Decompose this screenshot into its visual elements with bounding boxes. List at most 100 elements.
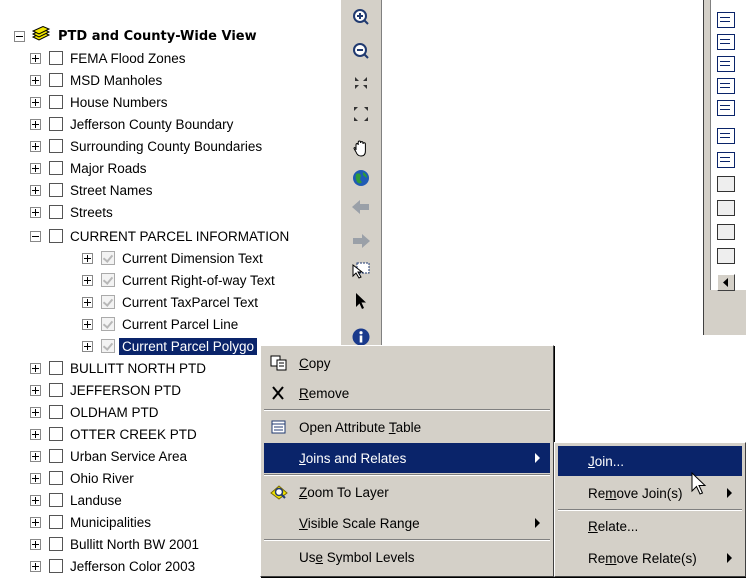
table-icon[interactable]: [717, 152, 735, 168]
scroll-left-arrow-icon[interactable]: [717, 274, 735, 291]
layer-row[interactable]: Major Roads: [30, 157, 147, 179]
layer-visibility-checkbox[interactable]: [49, 139, 63, 153]
layer-visibility-checkbox[interactable]: [49, 427, 63, 441]
layer-group-row[interactable]: CURRENT PARCEL INFORMATION: [30, 225, 289, 247]
layer-row[interactable]: House Numbers: [30, 91, 168, 113]
layer-row[interactable]: BULLITT NORTH PTD: [30, 357, 206, 379]
collapse-icon[interactable]: [30, 230, 41, 242]
expand-icon[interactable]: [82, 252, 93, 264]
zoom-out-icon[interactable]: [350, 40, 372, 62]
menu-item-open-attribute-table[interactable]: Open Attribute Table: [264, 412, 550, 442]
layer-row[interactable]: JEFFERSON PTD: [30, 379, 181, 401]
layer-row[interactable]: Municipalities: [30, 511, 151, 533]
layer-row[interactable]: Current Right-of-way Text: [82, 269, 275, 291]
expand-icon[interactable]: [30, 560, 41, 572]
layer-visibility-checkbox[interactable]: [49, 361, 63, 375]
expand-icon[interactable]: [30, 74, 41, 86]
expand-icon[interactable]: [30, 184, 41, 196]
expand-icon[interactable]: [30, 140, 41, 152]
layer-row[interactable]: Jefferson County Boundary: [30, 113, 233, 135]
submenu-item-join[interactable]: Join...: [558, 446, 742, 476]
select-elements-icon[interactable]: [350, 290, 372, 312]
image-icon[interactable]: [717, 248, 735, 264]
menu-item-remove[interactable]: Remove: [264, 378, 550, 408]
menu-item-copy[interactable]: Copy: [264, 348, 550, 378]
menu-item-visible-scale-range[interactable]: Visible Scale Range: [264, 508, 550, 538]
expand-icon[interactable]: [30, 516, 41, 528]
expand-icon[interactable]: [30, 118, 41, 130]
full-extent-icon[interactable]: [350, 167, 372, 189]
layer-visibility-checkbox[interactable]: [101, 317, 115, 331]
layer-visibility-checkbox[interactable]: [49, 205, 63, 219]
layer-visibility-checkbox[interactable]: [49, 117, 63, 131]
expand-icon[interactable]: [30, 428, 41, 440]
table-icon[interactable]: [717, 34, 735, 50]
layer-row[interactable]: Current TaxParcel Text: [82, 291, 258, 313]
expand-icon[interactable]: [82, 274, 93, 286]
layer-visibility-checkbox[interactable]: [49, 95, 63, 109]
image-icon[interactable]: [717, 176, 735, 192]
layer-visibility-checkbox[interactable]: [49, 383, 63, 397]
layer-row[interactable]: Street Names: [30, 179, 153, 201]
layer-visibility-checkbox[interactable]: [101, 251, 115, 265]
submenu-item-remove-joins[interactable]: Remove Join(s): [558, 478, 742, 508]
layer-visibility-checkbox[interactable]: [101, 273, 115, 287]
forward-icon[interactable]: [350, 230, 372, 252]
menu-item-joins-and-relates[interactable]: Joins and Relates: [264, 443, 550, 473]
layer-visibility-checkbox[interactable]: [49, 183, 63, 197]
layer-visibility-checkbox[interactable]: [49, 559, 63, 573]
layer-visibility-checkbox[interactable]: [49, 229, 63, 243]
select-features-icon[interactable]: [350, 258, 372, 280]
layer-row[interactable]: OTTER CREEK PTD: [30, 423, 197, 445]
layer-row[interactable]: Ohio River: [30, 467, 134, 489]
layer-row[interactable]: Bullitt North BW 2001: [30, 533, 199, 555]
layer-row[interactable]: Surrounding County Boundaries: [30, 135, 262, 157]
table-icon[interactable]: [717, 78, 735, 94]
table-icon[interactable]: [717, 128, 735, 144]
layer-visibility-checkbox[interactable]: [49, 471, 63, 485]
expand-icon[interactable]: [30, 52, 41, 64]
layer-row[interactable]: Current Parcel Line: [82, 313, 238, 335]
menu-item-zoom-to-layer[interactable]: Zoom To Layer: [264, 477, 550, 507]
expand-icon[interactable]: [30, 472, 41, 484]
fixed-zoom-in-icon[interactable]: [350, 72, 372, 94]
layer-row[interactable]: OLDHAM PTD: [30, 401, 159, 423]
expand-icon[interactable]: [82, 340, 93, 352]
expand-icon[interactable]: [30, 406, 41, 418]
layer-row-selected[interactable]: Current Parcel Polygo: [82, 335, 258, 357]
layer-row[interactable]: Urban Service Area: [30, 445, 187, 467]
layer-row[interactable]: FEMA Flood Zones: [30, 47, 186, 69]
layer-visibility-checkbox[interactable]: [49, 449, 63, 463]
layer-visibility-checkbox[interactable]: [49, 537, 63, 551]
expand-icon[interactable]: [30, 450, 41, 462]
layer-visibility-checkbox[interactable]: [49, 51, 63, 65]
fixed-zoom-out-icon[interactable]: [350, 103, 372, 125]
layer-visibility-checkbox[interactable]: [49, 515, 63, 529]
table-icon[interactable]: [717, 12, 735, 28]
image-icon[interactable]: [717, 224, 735, 240]
expand-icon[interactable]: [30, 96, 41, 108]
layer-visibility-checkbox[interactable]: [101, 295, 115, 309]
layer-visibility-checkbox[interactable]: [49, 493, 63, 507]
layer-visibility-checkbox[interactable]: [49, 73, 63, 87]
expand-icon[interactable]: [30, 162, 41, 174]
table-icon[interactable]: [717, 56, 735, 72]
expand-icon[interactable]: [30, 538, 41, 550]
expand-icon[interactable]: [82, 296, 93, 308]
expand-icon[interactable]: [30, 362, 41, 374]
expand-icon[interactable]: [82, 318, 93, 330]
table-icon[interactable]: [717, 100, 735, 116]
layer-visibility-checkbox[interactable]: [49, 161, 63, 175]
image-icon[interactable]: [717, 200, 735, 216]
layer-visibility-checkbox[interactable]: [49, 405, 63, 419]
layer-visibility-checkbox[interactable]: [101, 339, 115, 353]
back-icon[interactable]: [350, 196, 372, 218]
layer-group-row[interactable]: PTD and County-Wide View: [14, 25, 257, 47]
submenu-item-remove-relates[interactable]: Remove Relate(s): [558, 543, 742, 573]
layer-row[interactable]: Current Dimension Text: [82, 247, 263, 269]
expand-icon[interactable]: [30, 494, 41, 506]
layer-row[interactable]: Landuse: [30, 489, 122, 511]
submenu-item-relate[interactable]: Relate...: [558, 511, 742, 541]
layer-row[interactable]: Streets: [30, 201, 113, 223]
expand-icon[interactable]: [30, 384, 41, 396]
